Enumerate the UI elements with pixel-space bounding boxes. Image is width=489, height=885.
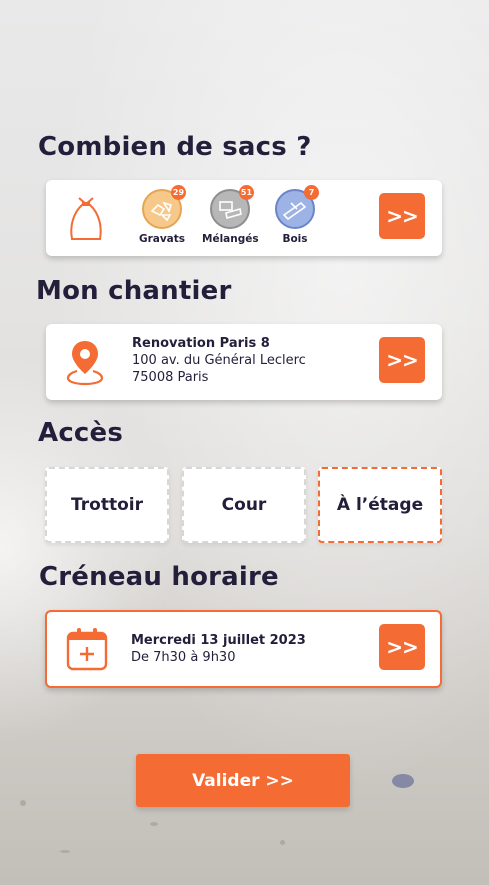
floor-speck (60, 850, 70, 853)
site-name: Renovation Paris 8 (132, 336, 270, 351)
access-title: Accès (38, 418, 124, 448)
access-option-cour[interactable]: Cour (182, 467, 306, 543)
bags-title: Combien de sacs ? (38, 132, 312, 162)
rubble-icon: 29 (142, 185, 186, 229)
floor-speck (20, 800, 26, 806)
mixed-waste-icon: 51 (210, 185, 254, 229)
floor-stone (392, 774, 414, 788)
slot-time: De 7h30 à 9h30 (131, 650, 236, 665)
floor-speck (280, 840, 285, 845)
bois-count-badge: 7 (304, 185, 319, 200)
bags-next-button[interactable]: >> (379, 193, 425, 239)
bag-gravats[interactable]: 29 Gravats (134, 185, 190, 245)
sack-icon (68, 192, 104, 246)
slot-next-button[interactable]: >> (379, 624, 425, 670)
calendar-add-icon (65, 626, 109, 676)
gravats-count-badge: 29 (171, 185, 186, 200)
slot-card[interactable]: Mercredi 13 juillet 2023 De 7h30 à 9h30 … (45, 610, 442, 688)
access-option-trottoir[interactable]: Trottoir (45, 467, 169, 543)
site-title: Mon chantier (36, 276, 232, 306)
location-pin-icon (66, 338, 104, 390)
validate-button[interactable]: Valider >> (136, 754, 350, 807)
bag-bois[interactable]: 7 Bois (267, 185, 323, 245)
site-address: 100 av. du Général Leclerc (132, 353, 306, 368)
site-next-button[interactable]: >> (379, 337, 425, 383)
access-option-etage[interactable]: À l’étage (318, 467, 442, 543)
site-city: 75008 Paris (132, 370, 209, 385)
site-address-block: Renovation Paris 8 100 av. du Général Le… (132, 336, 306, 385)
bag-melanges[interactable]: 51 Mélangés (202, 185, 259, 245)
melanges-count-badge: 51 (239, 185, 254, 200)
melanges-label: Mélangés (202, 233, 259, 245)
gravats-label: Gravats (138, 233, 186, 245)
bois-label: Bois (282, 233, 308, 245)
slot-text-block: Mercredi 13 juillet 2023 De 7h30 à 9h30 (131, 633, 306, 665)
slot-date: Mercredi 13 juillet 2023 (131, 633, 306, 648)
slot-title: Créneau horaire (39, 562, 279, 592)
bags-card[interactable]: 29 Gravats 51 Mélangés 7 Bois >> (46, 180, 442, 256)
site-card[interactable]: Renovation Paris 8 100 av. du Général Le… (46, 324, 442, 400)
wood-icon: 7 (275, 185, 319, 229)
floor-speck (150, 822, 158, 826)
